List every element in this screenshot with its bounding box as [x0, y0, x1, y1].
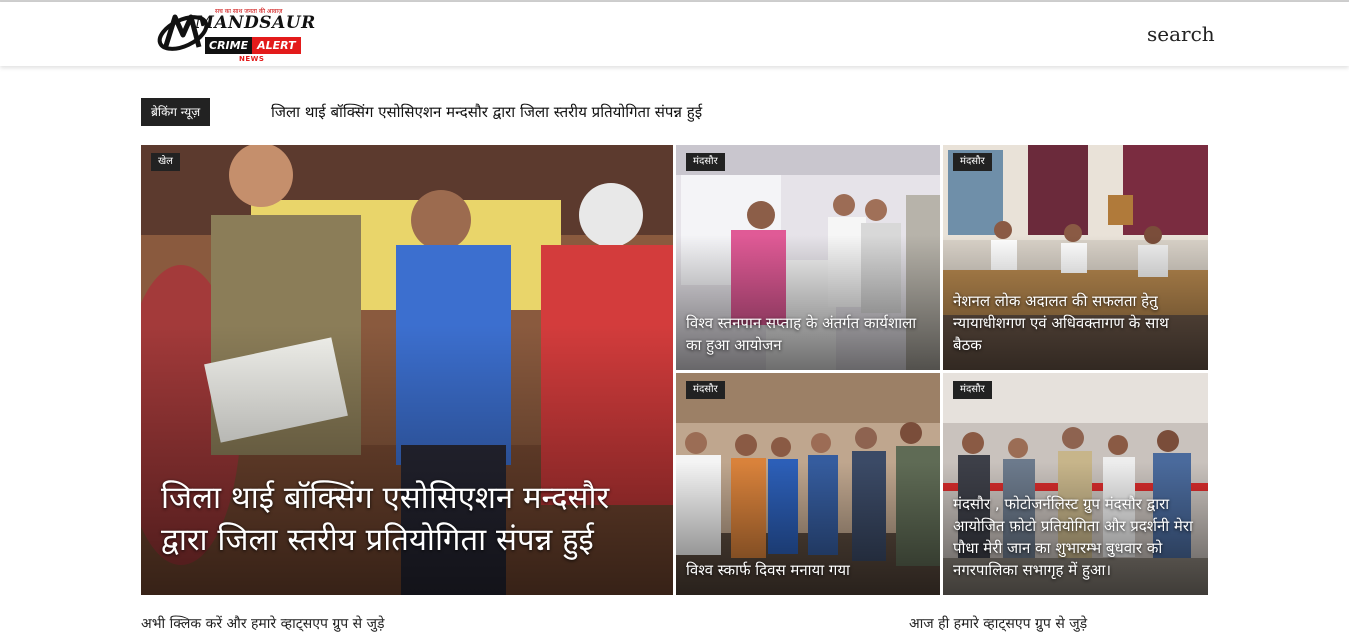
article-title[interactable]: मंदसौर , फोटोजर्नलिस्ट ग्रुप मंदसौर द्वा… [953, 493, 1198, 581]
logo-brand-alert: ALERT [252, 37, 301, 54]
category-badge[interactable]: मंदसौर [953, 153, 992, 171]
logo-brand-bar: CRIME ALERT [205, 37, 301, 54]
article-title[interactable]: नेशनल लोक अदालत की सफलता हेतु न्यायाधीशग… [953, 290, 1198, 356]
whatsapp-join-link-right[interactable]: आज ही हमारे व्हाट्सएप ग्रुप से जुड़े [909, 614, 1087, 633]
whatsapp-join-link-left[interactable]: अभी क्लिक करें और हमारे व्हाट्सएप ग्रुप … [141, 614, 384, 633]
article-card[interactable]: मंदसौर विश्व स्तनपान सप्ताह के अंतर्गत क… [676, 145, 940, 370]
category-badge[interactable]: मंदसौर [686, 153, 725, 171]
article-card[interactable]: मंदसौर मंदसौर , फोटोजर्नलिस्ट ग्रुप मंदस… [943, 373, 1208, 595]
site-header: सच का साथ जनता की आवाज़ MANDSAUR CRIME A… [0, 2, 1349, 66]
logo-brand-top: MANDSAUR [195, 13, 316, 33]
breaking-news-bar: ब्रेकिंग न्यूज़ जिला थाई बॉक्सिंग एसोसिए… [141, 98, 702, 126]
category-badge[interactable]: मंदसौर [953, 381, 992, 399]
featured-article-title[interactable]: जिला थाई बॉक्सिंग एसोसिएशन मन्दसौर द्वार… [161, 477, 653, 561]
article-title[interactable]: विश्व स्कार्फ दिवस मनाया गया [686, 559, 930, 581]
featured-article-card[interactable]: खेल जिला थाई बॉक्सिंग एसोसिएशन मन्दसौर द… [141, 145, 673, 595]
site-logo[interactable]: सच का साथ जनता की आवाज़ MANDSAUR CRIME A… [155, 5, 316, 65]
logo-brand-news: NEWS [239, 55, 265, 63]
article-card[interactable]: मंदसौर विश्व स्कार्फ दिवस मनाया गया [676, 373, 940, 595]
article-card[interactable]: मंदसौर नेशनल लोक अदालत की सफलता हेतु न्य… [943, 145, 1208, 370]
search-button[interactable]: search [1147, 22, 1215, 46]
logo-brand-crime: CRIME [205, 37, 253, 54]
category-badge[interactable]: खेल [151, 153, 180, 171]
breaking-news-label: ब्रेकिंग न्यूज़ [141, 98, 211, 126]
article-title[interactable]: विश्व स्तनपान सप्ताह के अंतर्गत कार्यशाल… [686, 312, 930, 356]
breaking-news-headline[interactable]: जिला थाई बॉक्सिंग एसोसिएशन मन्दसौर द्वार… [271, 98, 702, 126]
category-badge[interactable]: मंदसौर [686, 381, 725, 399]
